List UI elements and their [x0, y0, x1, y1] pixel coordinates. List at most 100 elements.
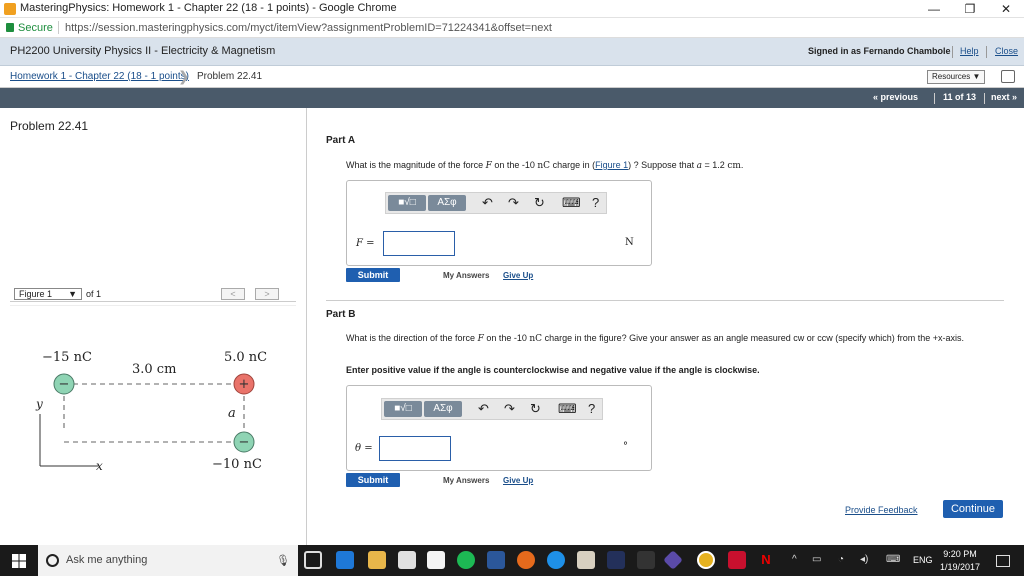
- chrome-icon[interactable]: [697, 551, 715, 569]
- problem-right-pane: Part A What is the magnitude of the forc…: [308, 108, 1024, 545]
- assignment-link[interactable]: Homework 1 - Chapter 22 (18 - 1 points): [10, 71, 189, 82]
- spotify-icon[interactable]: [457, 551, 475, 569]
- firefox-icon[interactable]: [517, 551, 535, 569]
- address-bar[interactable]: Secure https://session.masteringphysics.…: [0, 18, 1024, 38]
- reset-icon[interactable]: ↻: [530, 401, 541, 417]
- a-distance-label: a: [228, 406, 236, 421]
- chevron-down-icon: ▼: [68, 289, 77, 299]
- redo-icon[interactable]: ↷: [504, 401, 515, 417]
- resources-dropdown[interactable]: Resources ▼: [927, 70, 985, 84]
- part-divider: [326, 300, 1004, 301]
- unit-text: cm: [727, 161, 741, 171]
- clock-time: 9:20 PM: [943, 549, 977, 559]
- wifi-icon[interactable]: ◔: [838, 554, 844, 565]
- distance-label: 3.0 cm: [132, 362, 176, 377]
- restore-button[interactable]: ❐: [952, 0, 988, 18]
- part-b-answer-box: ■√□ ΑΣφ ↶ ↷ ↻ ⌨ ? θ = °: [346, 385, 652, 471]
- part-a-submit-button[interactable]: Submit: [346, 268, 400, 282]
- edge-browser-icon[interactable]: [336, 551, 354, 569]
- greek-symbols-button[interactable]: ΑΣφ: [424, 401, 462, 417]
- part-b-title: Part B: [326, 309, 356, 320]
- templates-button[interactable]: ■√□: [384, 401, 422, 417]
- windows-start-icon[interactable]: [12, 554, 26, 568]
- figure-canvas: − + − −15 nC 5.0 nC 3.0 cm a y x −10 nC: [10, 305, 296, 495]
- question-text: = 1.2: [702, 160, 728, 170]
- next-figure-button[interactable]: >: [255, 288, 279, 300]
- printer-icon[interactable]: [1001, 70, 1015, 83]
- undo-icon[interactable]: ↶: [482, 195, 493, 211]
- force-magnitude-input[interactable]: [383, 231, 455, 256]
- part-a-my-answers[interactable]: My Answers: [443, 271, 489, 280]
- taskbar-clock[interactable]: 9:20 PM 1/19/2017: [940, 548, 980, 574]
- current-problem-label: Problem 22.41: [197, 71, 263, 82]
- netflix-icon[interactable]: N: [757, 551, 775, 569]
- figure-1-link[interactable]: Figure 1: [595, 160, 628, 170]
- part-b-give-up-link[interactable]: Give Up: [503, 476, 533, 485]
- course-title: PH2200 University Physics II - Electrici…: [10, 45, 276, 57]
- media-player-icon[interactable]: [607, 551, 625, 569]
- unit-text: nC: [529, 334, 543, 344]
- part-a-give-up-link[interactable]: Give Up: [503, 271, 533, 280]
- figure-select[interactable]: Figure 1 ▼: [14, 288, 82, 300]
- charge-label-top-right: 5.0 nC: [224, 350, 267, 365]
- next-link[interactable]: next »: [991, 92, 1017, 102]
- help-icon[interactable]: ?: [592, 195, 599, 211]
- degree-unit: °: [623, 441, 628, 452]
- task-view-icon[interactable]: [304, 551, 322, 569]
- language-indicator[interactable]: ENG: [913, 555, 933, 565]
- popcorn-app-icon[interactable]: [577, 551, 595, 569]
- file-explorer-icon[interactable]: [368, 551, 386, 569]
- question-text: What is the magnitude of the force: [346, 160, 486, 170]
- redo-icon[interactable]: ↷: [508, 195, 519, 211]
- undo-icon[interactable]: ↶: [478, 401, 489, 417]
- diamond-app-icon[interactable]: [663, 550, 683, 570]
- part-a-math-toolbar: ■√□ ΑΣφ ↶ ↷ ↻ ⌨ ?: [385, 192, 607, 214]
- close-window-button[interactable]: ✕: [988, 0, 1024, 18]
- templates-button[interactable]: ■√□: [388, 195, 426, 211]
- close-link[interactable]: Close: [995, 46, 1018, 56]
- search-placeholder: Ask me anything: [66, 554, 148, 566]
- word-icon[interactable]: [487, 551, 505, 569]
- keyboard-app-icon[interactable]: [637, 551, 655, 569]
- charge-label-top-left: −15 nC: [42, 350, 92, 365]
- newton-unit: N: [625, 237, 634, 248]
- figure-select-value: Figure 1: [19, 289, 53, 299]
- previous-figure-button[interactable]: <: [221, 288, 245, 300]
- problem-position: 11 of 13: [943, 92, 977, 102]
- minimize-button[interactable]: —: [916, 0, 952, 18]
- question-text: charge in (: [550, 160, 596, 170]
- action-center-icon[interactable]: [996, 555, 1010, 567]
- lock-icon: [6, 23, 14, 32]
- continue-button[interactable]: Continue: [943, 500, 1003, 518]
- store-icon[interactable]: [398, 551, 416, 569]
- x-axis-label: x: [96, 459, 103, 473]
- part-b-submit-button[interactable]: Submit: [346, 473, 400, 487]
- address-separator: [58, 21, 59, 34]
- provide-feedback-link[interactable]: Provide Feedback: [845, 505, 918, 515]
- greek-symbols-button[interactable]: ΑΣφ: [428, 195, 466, 211]
- part-b-my-answers[interactable]: My Answers: [443, 476, 489, 485]
- header-separator: [986, 46, 987, 58]
- help-icon[interactable]: ?: [588, 401, 595, 417]
- tray-up-arrow-icon[interactable]: ^: [792, 554, 797, 565]
- url-text[interactable]: https://session.masteringphysics.com/myc…: [65, 22, 552, 34]
- microphone-icon[interactable]: 🎙: [276, 554, 290, 567]
- y-axis-label: y: [35, 397, 43, 411]
- huawei-icon[interactable]: [728, 551, 746, 569]
- help-link[interactable]: Help: [960, 46, 979, 56]
- angle-input[interactable]: [379, 436, 451, 461]
- window-title-bar: MasteringPhysics: Homework 1 - Chapter 2…: [0, 0, 1024, 18]
- keyboard-icon[interactable]: ⌨: [562, 195, 581, 211]
- amazon-icon[interactable]: [427, 551, 445, 569]
- question-text: charge in the figure? Give your answer a…: [542, 333, 964, 343]
- reset-icon[interactable]: ↻: [534, 195, 545, 211]
- touch-keyboard-icon[interactable]: ⌨: [886, 554, 900, 565]
- cortana-icon: [46, 554, 59, 567]
- previous-link[interactable]: « previous: [873, 92, 918, 102]
- volume-icon[interactable]: ◂): [860, 554, 868, 565]
- skype-icon[interactable]: [547, 551, 565, 569]
- cortana-search-box[interactable]: Ask me anything 🎙: [38, 545, 298, 576]
- secure-label: Secure: [18, 22, 53, 34]
- keyboard-icon[interactable]: ⌨: [558, 401, 577, 417]
- battery-icon[interactable]: ▭: [812, 554, 821, 565]
